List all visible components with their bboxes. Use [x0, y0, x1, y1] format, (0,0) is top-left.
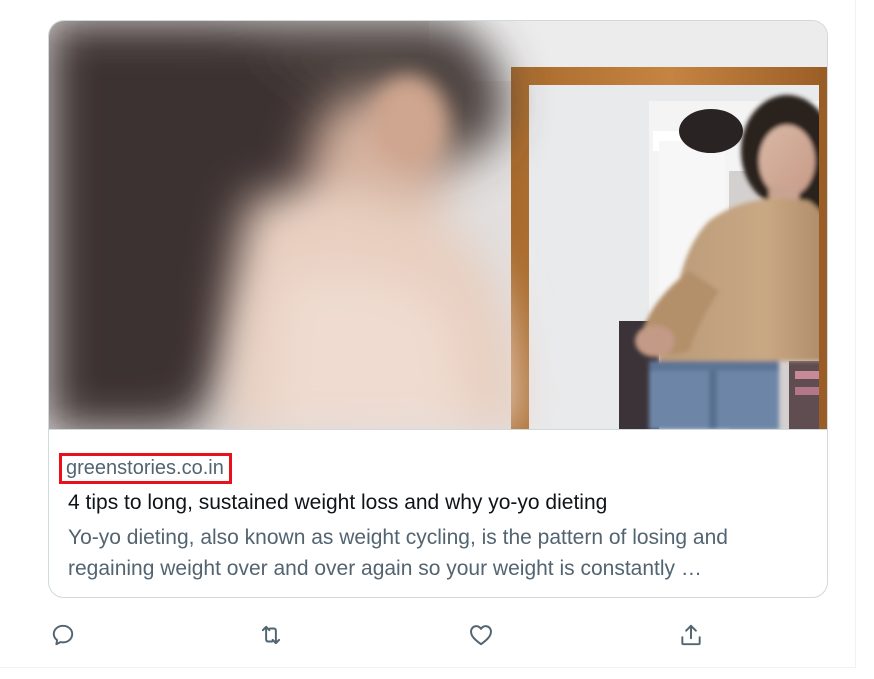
retweet-button[interactable] [256, 620, 286, 650]
card-description: Yo-yo dieting, also known as weight cycl… [68, 526, 728, 580]
reply-button[interactable] [48, 620, 78, 650]
column-divider [855, 0, 856, 668]
card-title[interactable]: 4 tips to long, sustained weight loss an… [68, 490, 813, 516]
like-icon [470, 625, 492, 646]
tweet-action-bar [48, 620, 748, 650]
tweet-divider [0, 667, 856, 668]
card-domain-highlight: greenstories.co.in [59, 453, 232, 484]
link-preview-card[interactable]: greenstories.co.in 4 tips to long, susta… [48, 20, 828, 598]
reply-icon [52, 624, 74, 646]
like-button[interactable] [466, 620, 496, 650]
card-domain[interactable]: greenstories.co.in [66, 457, 224, 479]
card-image[interactable] [49, 21, 827, 430]
tweet-card-view: greenstories.co.in 4 tips to long, susta… [0, 0, 874, 679]
share-icon [681, 624, 701, 646]
retweet-icon [261, 625, 281, 645]
card-text-block: greenstories.co.in 4 tips to long, susta… [59, 451, 813, 584]
share-button[interactable] [676, 620, 706, 650]
